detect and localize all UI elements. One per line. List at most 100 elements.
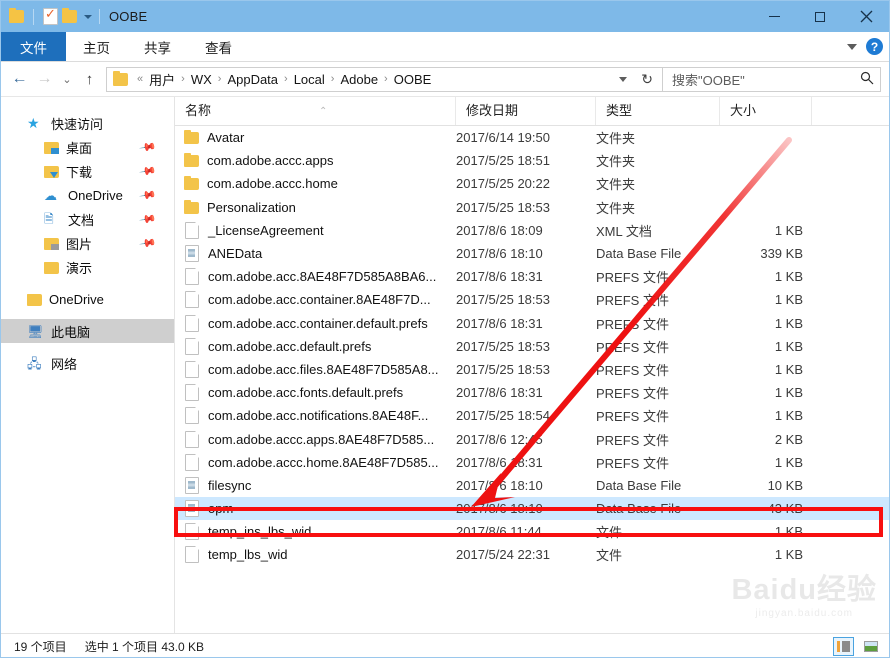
search-input[interactable]: 搜索"OOBE" (663, 66, 881, 92)
file-name-label: ANEData (208, 246, 263, 262)
sidebar-item-documents[interactable]: 🗎 文档 📌 (1, 207, 174, 231)
table-row[interactable]: filesync 2017/8/6 18:10 Data Base File 10 K… (175, 474, 889, 497)
customize-dropdown-icon[interactable] (84, 14, 92, 19)
table-row[interactable]: temp_lbs_wid 2017/5/24 22:31 文件 1 KB (175, 543, 889, 566)
file-size-cell: 339 KB (760, 246, 803, 262)
column-header-type[interactable]: 类型 (596, 97, 720, 125)
column-header-size[interactable]: 大小 (720, 97, 812, 125)
breadcrumb: « 用户 › WX › AppData › Local › Adobe › OO… (133, 70, 615, 89)
tab-home[interactable]: 主页 (66, 32, 127, 61)
breadcrumb-item-users[interactable]: 用户 (147, 70, 177, 89)
ribbon-right-controls: ? (847, 32, 883, 61)
table-row[interactable]: com.adobe.acc.files.8AE48F7D585A8... 2017… (175, 358, 889, 381)
chevron-down-icon[interactable] (847, 43, 857, 50)
pin-icon[interactable]: 📌 (139, 210, 158, 229)
sidebar-item-this-pc[interactable]: 🖥 此电脑 (1, 319, 174, 343)
file-name-label: com.adobe.accc.home.8AE48F7D585... (208, 454, 439, 470)
table-row[interactable]: com.adobe.accc.home 2017/5/25 20:22 文件夹 (175, 172, 889, 195)
watermark-sub: jingyan.baidu.com (755, 608, 854, 619)
file-icon (185, 221, 199, 239)
help-icon[interactable]: ? (866, 38, 883, 55)
breadcrumb-dropdown-icon[interactable] (619, 76, 628, 82)
file-date-cell: 2017/6/14 19:50 (456, 130, 550, 146)
sidebar-item-onedrive-quick[interactable]: ☁ OneDrive 📌 (1, 183, 174, 207)
file-name-cell: com.adobe.acc.fonts.default.prefs (175, 384, 456, 402)
breadcrumb-item-appdata[interactable]: AppData (225, 72, 280, 87)
minimize-button[interactable] (751, 1, 797, 32)
table-row[interactable]: com.adobe.acc.container.default.prefs 201… (175, 312, 889, 335)
file-name-label: com.adobe.acc.files.8AE48F7D585A8... (208, 361, 439, 377)
file-size-cell: 1 KB (774, 361, 803, 377)
file-date-cell: 2017/5/24 22:31 (456, 547, 550, 563)
file-date-cell: 2017/5/25 18:51 (456, 153, 550, 169)
refresh-icon[interactable]: ↻ (636, 71, 658, 88)
table-row[interactable]: temp_ins_lbs_wid 2017/8/6 11:44 文件 1 KB (175, 520, 889, 543)
table-row[interactable]: com.adobe.accc.apps 2017/5/25 18:51 文件夹 (175, 149, 889, 172)
file-type-cell: 文件夹 (596, 154, 636, 170)
table-row[interactable]: com.adobe.acc.notifications.8AE48F... 201… (175, 404, 889, 427)
table-row[interactable]: opm 2017/8/6 18:10 Data Base File 43 KB (175, 497, 889, 521)
file-icon (185, 430, 199, 448)
table-row[interactable]: com.adobe.accc.home.8AE48F7D585... 2017/8… (175, 451, 889, 474)
close-button[interactable] (843, 1, 889, 32)
file-size-cell: 10 KB (767, 477, 803, 493)
breadcrumb-item-wx[interactable]: WX (189, 72, 214, 87)
forward-button[interactable]: → (32, 66, 57, 92)
file-name-cell: ANEData (175, 245, 456, 263)
file-date-cell: 2017/5/25 18:53 (456, 361, 550, 377)
tab-view[interactable]: 查看 (188, 32, 249, 61)
table-row[interactable]: com.adobe.acc.default.prefs 2017/5/25 18:… (175, 335, 889, 358)
file-type-cell: PREFS 文件 (596, 409, 669, 425)
pin-icon[interactable]: 📌 (139, 186, 158, 205)
properties-check-icon[interactable] (43, 6, 58, 25)
sidebar-item-pictures[interactable]: 图片 📌 (1, 231, 174, 255)
breadcrumb-item-oobe[interactable]: OOBE (392, 72, 434, 87)
search-placeholder: 搜索"OOBE" (672, 72, 745, 88)
tab-share[interactable]: 共享 (127, 32, 188, 61)
folder-icon (184, 176, 199, 191)
folder-icon[interactable] (9, 8, 24, 23)
large-icons-view-button[interactable] (860, 637, 881, 656)
column-header-name[interactable]: 名称 ⌃ (175, 97, 456, 125)
file-rows: Avatar 2017/6/14 19:50 文件夹 com.adobe.accc.a… (175, 126, 889, 567)
pin-icon[interactable]: 📌 (139, 234, 158, 253)
table-row[interactable]: Personalization 2017/5/25 18:53 文件夹 (175, 196, 889, 219)
pin-icon[interactable]: 📌 (139, 138, 158, 157)
pin-icon[interactable]: 📌 (139, 162, 158, 181)
up-button[interactable]: ↑ (77, 66, 102, 92)
back-button[interactable]: ← (7, 66, 32, 92)
table-row[interactable]: com.adobe.acc.8AE48F7D585A8BA6... 2017/8/… (175, 265, 889, 288)
file-date-cell: 2017/8/6 18:10 (456, 477, 543, 493)
table-row[interactable]: ANEData 2017/8/6 18:10 Data Base File 339 K… (175, 242, 889, 265)
breadcrumb-bar[interactable]: « 用户 › WX › AppData › Local › Adobe › OO… (106, 66, 663, 92)
maximize-button[interactable] (797, 1, 843, 32)
table-row[interactable]: _LicenseAgreement 2017/8/6 18:09 XML 文档 1 K… (175, 219, 889, 242)
file-icon (185, 291, 199, 309)
table-row[interactable]: com.adobe.accc.apps.8AE48F7D585... 2017/8… (175, 427, 889, 450)
file-name-label: opm (208, 501, 234, 517)
file-type-cell: PREFS 文件 (596, 316, 669, 332)
recent-locations-button[interactable]: ⌄ (57, 66, 77, 92)
file-name-cell: com.adobe.acc.container.default.prefs (175, 314, 456, 332)
sidebar-item-desktop[interactable]: 桌面 📌 (1, 135, 174, 159)
breadcrumb-item-adobe[interactable]: Adobe (338, 72, 380, 87)
sidebar-item-onedrive[interactable]: OneDrive (1, 287, 174, 311)
sidebar-item-network[interactable]: 🖧 网络 (1, 351, 174, 375)
tab-file[interactable]: 文件 (1, 32, 66, 61)
breadcrumb-item-local[interactable]: Local (292, 72, 327, 87)
table-row[interactable]: com.adobe.acc.fonts.default.prefs 2017/8/… (175, 381, 889, 404)
new-folder-icon[interactable] (62, 8, 77, 23)
table-row[interactable]: com.adobe.acc.container.8AE48F7D... 2017/… (175, 288, 889, 311)
file-icon (185, 384, 199, 402)
file-name-cell: temp_ins_lbs_wid (175, 523, 456, 541)
file-name-label: filesync (208, 477, 252, 493)
sidebar-item-downloads[interactable]: 下载 📌 (1, 159, 174, 183)
details-view-button[interactable] (833, 637, 854, 656)
sidebar-item-quick-access[interactable]: ★ 快速访问 (1, 111, 174, 135)
window-title: OOBE (109, 9, 148, 24)
sidebar-item-label: 网络 (51, 356, 78, 372)
table-row[interactable]: Avatar 2017/6/14 19:50 文件夹 (175, 126, 889, 149)
file-name-label: com.adobe.acc.container.8AE48F7D... (208, 292, 431, 308)
column-header-date[interactable]: 修改日期 (456, 97, 596, 125)
sidebar-item-presentation[interactable]: 演示 (1, 255, 174, 279)
